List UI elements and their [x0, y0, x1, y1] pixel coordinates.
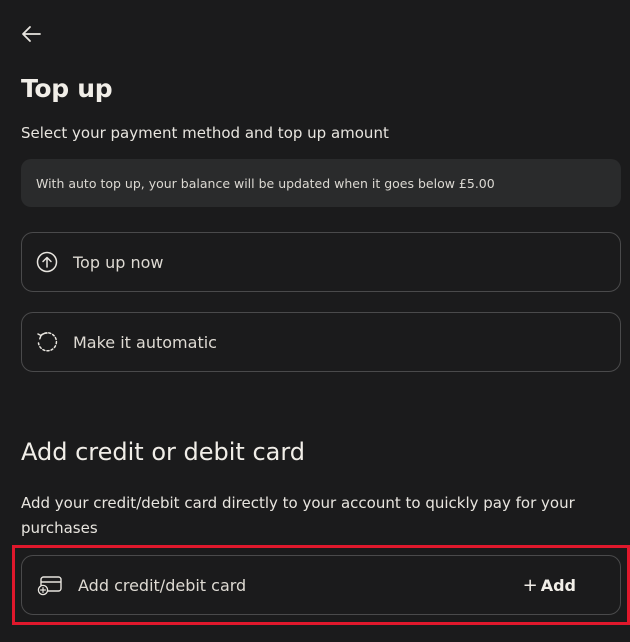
page-title: Top up	[21, 74, 113, 103]
refresh-icon	[36, 331, 58, 353]
info-text: With auto top up, your balance will be u…	[36, 175, 495, 191]
arrow-up-circle-icon	[36, 251, 58, 273]
page-subtitle: Select your payment method and top up am…	[21, 124, 389, 142]
back-button[interactable]	[16, 22, 46, 50]
top-up-page: Top up Select your payment method and to…	[0, 0, 630, 642]
auto-top-up-info-box: With auto top up, your balance will be u…	[21, 159, 621, 207]
top-up-now-label: Top up now	[73, 252, 164, 272]
highlight-frame	[12, 545, 630, 625]
make-it-automatic-option[interactable]: Make it automatic	[21, 312, 621, 372]
make-it-automatic-label: Make it automatic	[73, 332, 217, 352]
arrow-left-icon	[20, 25, 42, 47]
card-section-title: Add credit or debit card	[21, 438, 306, 466]
top-up-now-option[interactable]: Top up now	[21, 232, 621, 292]
card-section-description: Add your credit/debit card directly to y…	[21, 494, 575, 537]
